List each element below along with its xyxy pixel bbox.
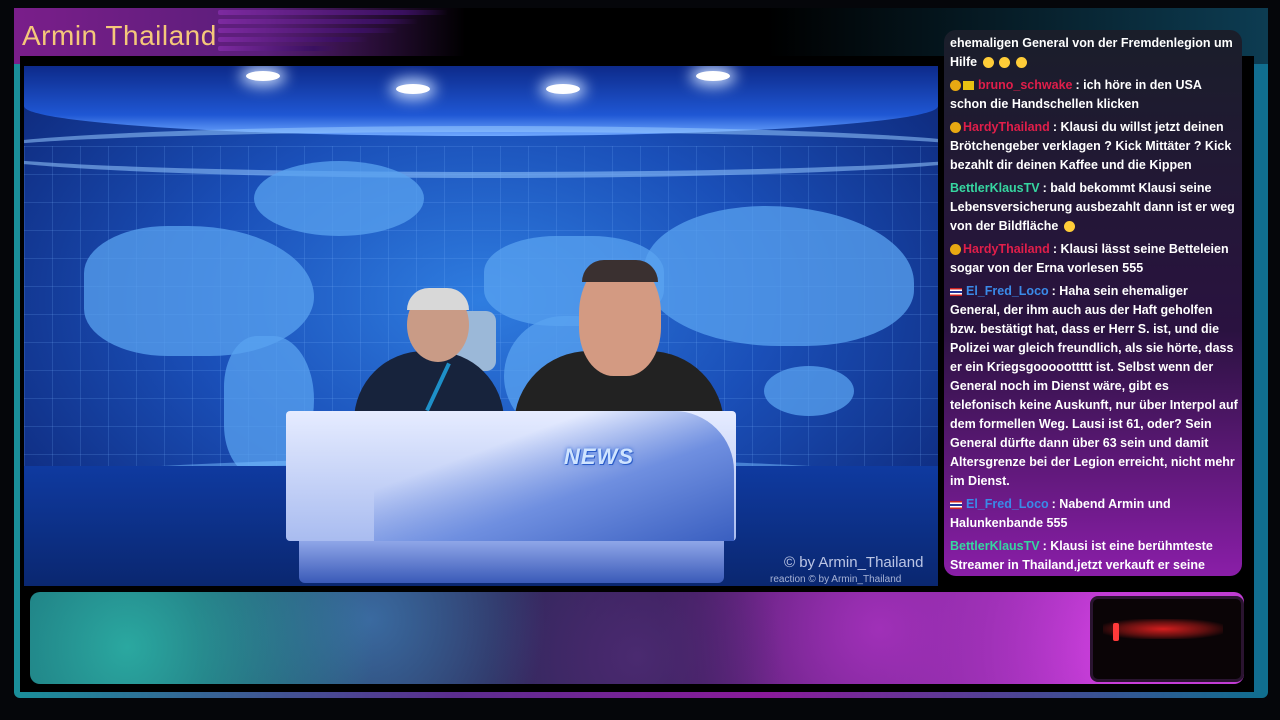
video-studio: NEWS © by Armin_Thailand reaction © by A… bbox=[24, 66, 938, 586]
desk-base bbox=[299, 541, 724, 583]
red-light-glow bbox=[1103, 619, 1223, 639]
chat-message: El_Fred_Loco: Haha sein ehemaliger Gener… bbox=[950, 282, 1238, 491]
chat-message: HardyThailand: Klausi lässt seine Bettel… bbox=[950, 240, 1238, 278]
chat-message: BettlerKlausTV: bald bekommt Klausi sein… bbox=[950, 179, 1238, 236]
thailand-flag-icon bbox=[950, 500, 962, 509]
host-right-hair bbox=[582, 260, 658, 282]
grin-emoji-icon bbox=[999, 57, 1011, 69]
channel-title: Armin Thailand bbox=[22, 20, 217, 51]
news-desk-label: NEWS bbox=[564, 444, 634, 469]
chat-username: HardyThailand bbox=[963, 120, 1050, 134]
chat-username: BettlerKlausTV bbox=[950, 181, 1040, 195]
chat-username: El_Fred_Loco bbox=[966, 284, 1049, 298]
chat-message: ehemaligen General von der Fremdenlegion… bbox=[950, 34, 1238, 72]
bottom-banner bbox=[30, 592, 1244, 684]
chat-message: bruno_schwake: ich höre in den USA schon… bbox=[950, 76, 1238, 114]
desk-swoosh bbox=[374, 411, 734, 541]
watermark-small: reaction © by Armin_Thailand bbox=[770, 574, 902, 585]
host-left-hair bbox=[407, 288, 469, 310]
title-stripes bbox=[218, 10, 448, 55]
chat-message: El_Fred_Loco: Nabend Armin und Halunkenb… bbox=[950, 495, 1238, 533]
grin-emoji-icon bbox=[1063, 221, 1075, 233]
ceiling-light bbox=[696, 71, 730, 81]
crown-badge-icon bbox=[963, 81, 974, 91]
map-australia bbox=[764, 366, 854, 416]
chat-message: BettlerKlausTV: Klausi ist eine berühmte… bbox=[950, 537, 1238, 576]
grin-emoji-icon bbox=[1015, 57, 1027, 69]
chat-messages: ehemaligen General von der Fremdenlegion… bbox=[950, 34, 1238, 576]
subscriber-badge-icon bbox=[950, 122, 961, 134]
subscriber-badge-icon bbox=[950, 244, 961, 256]
map-greenland bbox=[254, 161, 424, 236]
ceiling-light bbox=[396, 84, 430, 94]
ceiling-light bbox=[546, 84, 580, 94]
chat-message: HardyThailand: Klausi du willst jetzt de… bbox=[950, 118, 1238, 175]
watermark: © by Armin_Thailand bbox=[784, 554, 924, 571]
chat-username: El_Fred_Loco bbox=[966, 497, 1049, 511]
chat-overlay: ehemaligen General von der Fremdenlegion… bbox=[944, 30, 1242, 576]
chat-username: BettlerKlausTV bbox=[950, 539, 1040, 553]
chat-username: HardyThailand bbox=[963, 242, 1050, 256]
ceiling-light bbox=[246, 71, 280, 81]
red-light-source bbox=[1113, 623, 1119, 641]
thailand-flag-icon bbox=[950, 287, 962, 296]
message-text: : Haha sein ehemaliger General, der ihm … bbox=[950, 284, 1238, 488]
chat-username: bruno_schwake bbox=[978, 78, 1073, 92]
grin-emoji-icon bbox=[982, 57, 994, 69]
subscriber-badge-icon bbox=[950, 80, 961, 92]
webcam-preview bbox=[1090, 596, 1244, 682]
